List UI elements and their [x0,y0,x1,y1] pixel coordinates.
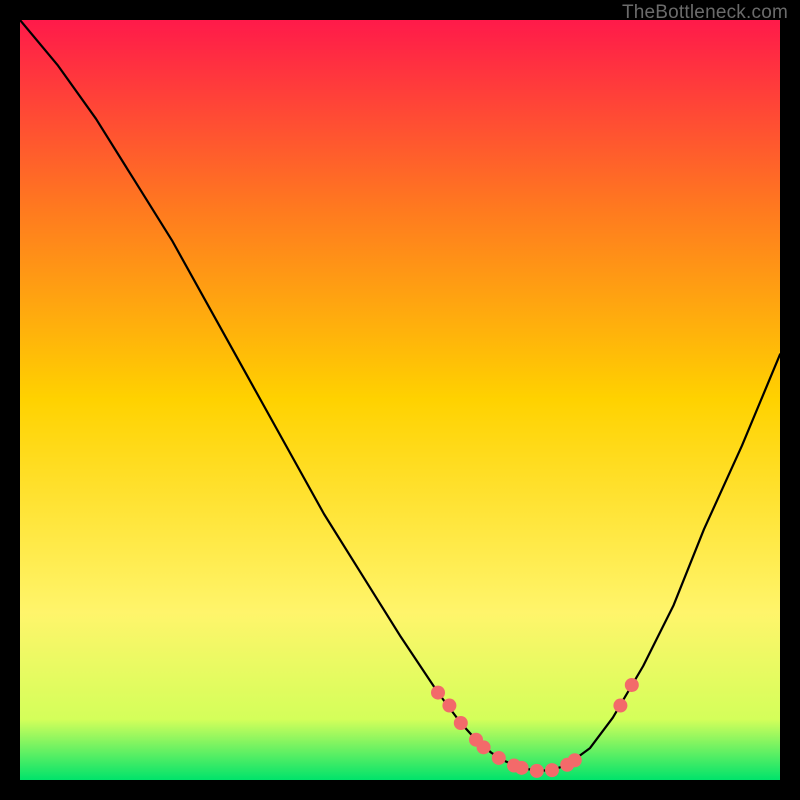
data-marker [530,764,544,778]
data-marker [568,753,582,767]
data-marker [515,761,529,775]
data-marker [625,678,639,692]
data-marker [442,699,456,713]
data-marker [545,763,559,777]
data-marker [477,740,491,754]
data-marker [454,716,468,730]
data-marker [613,699,627,713]
data-marker [492,751,506,765]
chart-container: TheBottleneck.com [0,0,800,800]
gradient-background [20,20,780,780]
data-marker [431,686,445,700]
chart-svg [20,20,780,780]
plot-area [20,20,780,780]
